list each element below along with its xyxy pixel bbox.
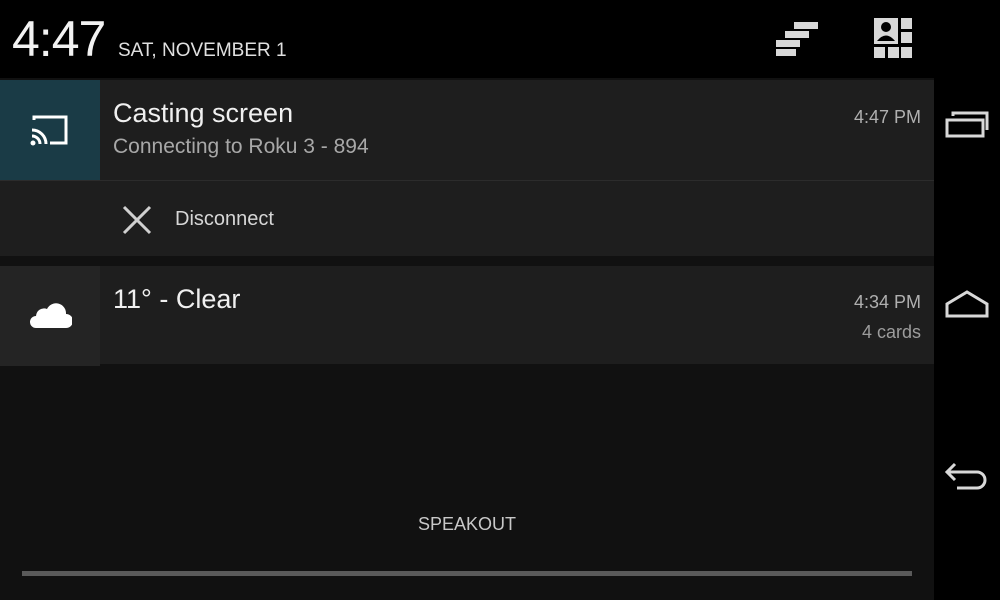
cast-notification[interactable]: Casting screen Connecting to Roku 3 - 89… (0, 80, 934, 256)
date: SAT, NOVEMBER 1 (118, 40, 287, 61)
speakout-label: SPEAKOUT (417, 514, 517, 534)
notification-title: Casting screen (113, 98, 294, 128)
navigation-bar (934, 0, 1000, 600)
quick-settings-button[interactable] (866, 16, 920, 62)
notification-time: 4:47 PM (853, 107, 921, 127)
status-header: 4:47 SAT, NOVEMBER 1 (0, 0, 934, 78)
clear-all-button[interactable] (770, 16, 824, 62)
recents-button[interactable] (934, 92, 1000, 152)
notification-count: 4 cards (861, 322, 921, 342)
back-icon (944, 462, 987, 490)
notification-subtitle: Connecting to Roku 3 - 894 (113, 135, 369, 158)
weather-notification[interactable]: 11° - Clear 4:34 PM 4 cards (0, 266, 934, 366)
quick-settings-icon (874, 18, 912, 58)
back-button[interactable] (934, 446, 1000, 506)
notification-title: 11° - Clear (113, 284, 241, 314)
cast-icon (30, 115, 68, 146)
clear-all-icon (776, 22, 818, 56)
shade-drag-handle[interactable] (22, 571, 912, 576)
disconnect-button[interactable]: Disconnect (0, 180, 934, 256)
disconnect-label: Disconnect (175, 208, 274, 230)
recents-icon (945, 111, 989, 138)
close-icon (122, 205, 152, 235)
notification-time: 4:34 PM (853, 292, 921, 312)
home-button[interactable] (934, 274, 1000, 334)
weather-icon-tile (0, 266, 100, 366)
home-icon (945, 290, 989, 318)
clock: 4:47 (12, 11, 106, 67)
cast-icon-tile (0, 80, 100, 180)
cloud-icon (30, 303, 72, 328)
